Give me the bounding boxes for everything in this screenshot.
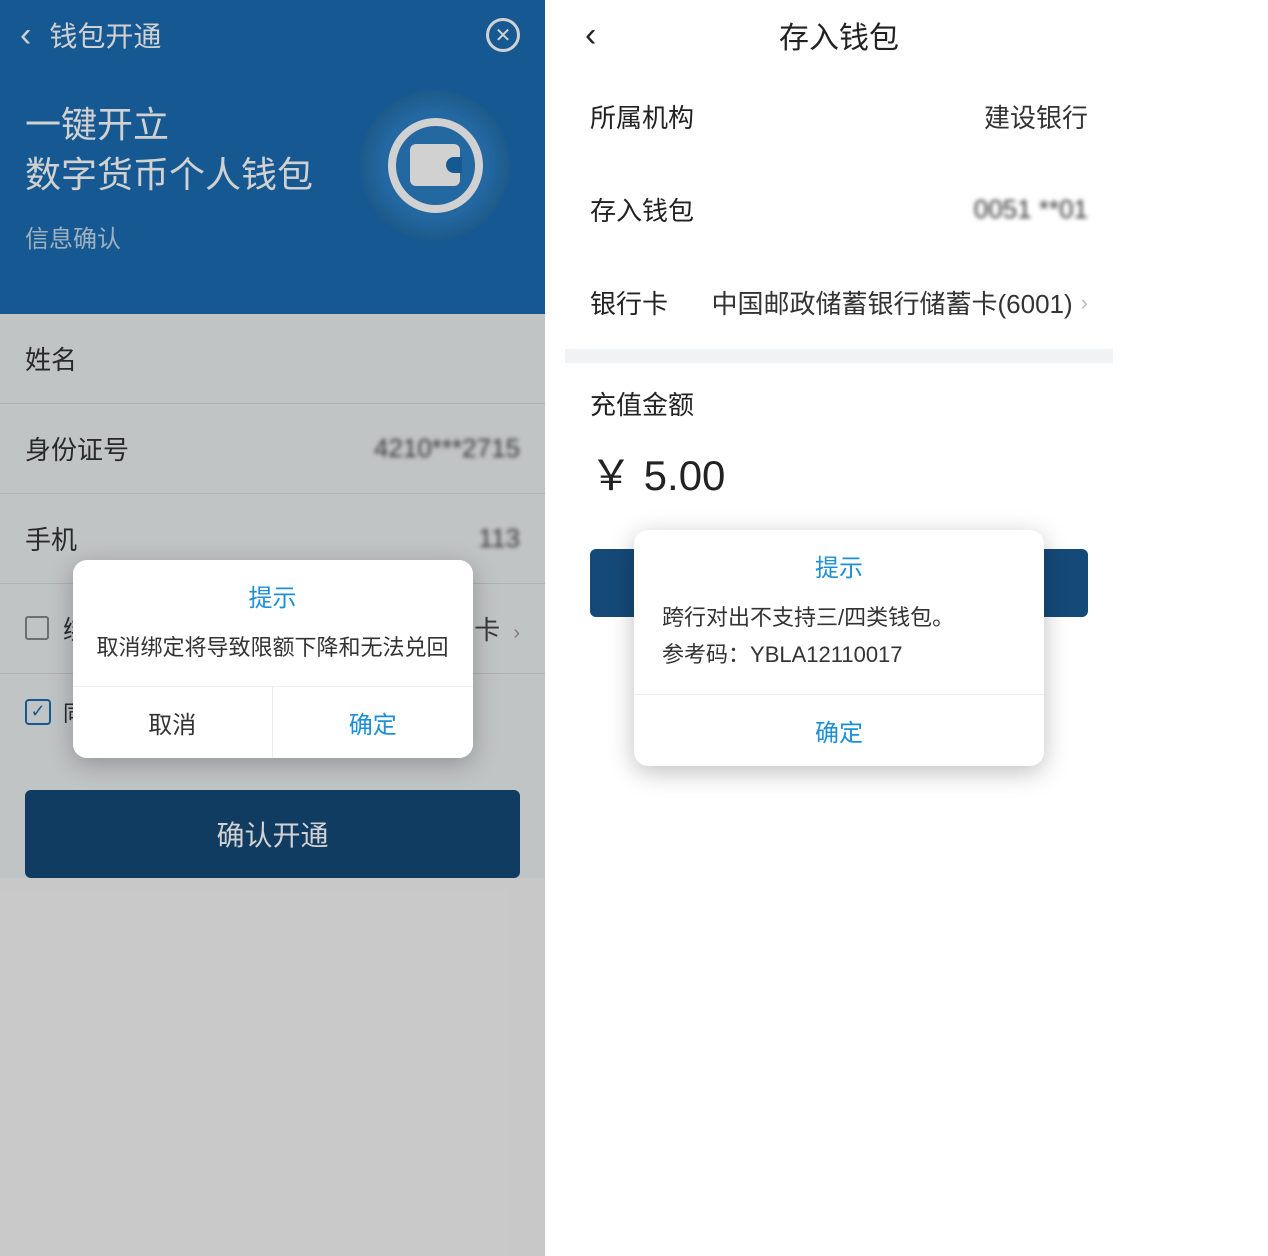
- row-id[interactable]: 身份证号 4210***2715: [0, 404, 545, 494]
- hero-line1: 一键开立: [25, 104, 169, 145]
- dialog-line2: 参考码：YBLA12110017: [662, 636, 1016, 673]
- card-value-wrap: 中国邮政储蓄银行储蓄卡(6001) ›: [712, 284, 1089, 321]
- page-title: 存入钱包: [779, 13, 899, 57]
- page-title: 钱包开通: [49, 15, 161, 55]
- wallet-label: 存入钱包: [590, 191, 694, 228]
- wallet-value: 0051 **01: [974, 194, 1088, 225]
- card-value: 中国邮政储蓄银行储蓄卡(6001): [712, 284, 1073, 321]
- ref-code: YBLA12110017: [750, 642, 903, 667]
- dialog-ok-button[interactable]: 确定: [273, 687, 473, 758]
- phone-value: 113: [479, 523, 520, 554]
- dialog-buttons: 取消 确定: [73, 686, 473, 758]
- phone-label: 手机: [25, 520, 77, 557]
- row-wallet[interactable]: 存入钱包 0051 **01: [565, 163, 1113, 256]
- hero: 一键开立 数字货币个人钱包 信息确认: [0, 70, 545, 314]
- dialog-line1: 跨行对出不支持三/四类钱包。: [662, 599, 1016, 636]
- back-icon[interactable]: ‹: [20, 16, 31, 55]
- dialog: 提示 跨行对出不支持三/四类钱包。 参考码：YBLA12110017 确定: [634, 530, 1044, 766]
- header: ‹ 存入钱包: [565, 0, 1113, 70]
- dialog: 提示 取消绑定将导致限额下降和无法兑回 取消 确定: [73, 560, 473, 758]
- hero-line2: 数字货币个人钱包: [25, 154, 313, 195]
- separator: [565, 349, 1113, 363]
- name-label: 姓名: [25, 340, 77, 377]
- dialog-ok-button[interactable]: 确定: [634, 694, 1044, 766]
- dialog-body: 取消绑定将导致限额下降和无法兑回: [73, 623, 473, 686]
- close-icon: ✕: [486, 18, 520, 52]
- close-button[interactable]: ✕: [486, 18, 520, 52]
- row-card[interactable]: 银行卡 中国邮政储蓄银行储蓄卡(6001) ›: [565, 256, 1113, 349]
- org-label: 所属机构: [590, 98, 694, 135]
- id-value: 4210***2715: [374, 433, 520, 464]
- info-rows: 所属机构 建设银行 存入钱包 0051 **01 银行卡 中国邮政储蓄银行储蓄卡…: [565, 70, 1113, 349]
- ref-code-prefix: 参考码：: [662, 642, 750, 667]
- checkbox-empty-icon[interactable]: [25, 616, 49, 640]
- id-label: 身份证号: [25, 430, 129, 467]
- row-org: 所属机构 建设银行: [565, 70, 1113, 163]
- amount-label: 充值金额: [565, 363, 1113, 432]
- amount-value[interactable]: ￥ 5.00: [565, 432, 1113, 527]
- bind-value: 卡 ›: [474, 610, 520, 647]
- dialog-cancel-button[interactable]: 取消: [73, 687, 274, 758]
- card-label: 银行卡: [590, 284, 668, 321]
- header: ‹ 钱包开通 ✕: [0, 0, 545, 70]
- confirm-open-button[interactable]: 确认开通: [25, 790, 520, 878]
- chevron-right-icon: ›: [1081, 290, 1088, 316]
- dialog-body: 跨行对出不支持三/四类钱包。 参考码：YBLA12110017: [634, 593, 1044, 694]
- bind-value-text: 卡: [474, 615, 500, 645]
- phone-right: ‹ 存入钱包 所属机构 建设银行 存入钱包 0051 **01 银行卡 中国邮政…: [565, 0, 1113, 1256]
- org-value: 建设银行: [984, 98, 1088, 135]
- dialog-title: 提示: [634, 530, 1044, 593]
- phone-left: ‹ 钱包开通 ✕ 一键开立 数字货币个人钱包 信息确认 姓名 身份证号 4210…: [0, 0, 545, 1256]
- gap: [545, 0, 565, 1256]
- checkbox-checked-icon[interactable]: ✓: [25, 699, 51, 725]
- chevron-right-icon: ›: [513, 622, 520, 644]
- row-name[interactable]: 姓名: [0, 314, 545, 404]
- back-icon[interactable]: ‹: [585, 16, 596, 55]
- wallet-icon: [360, 90, 510, 240]
- dialog-title: 提示: [73, 560, 473, 623]
